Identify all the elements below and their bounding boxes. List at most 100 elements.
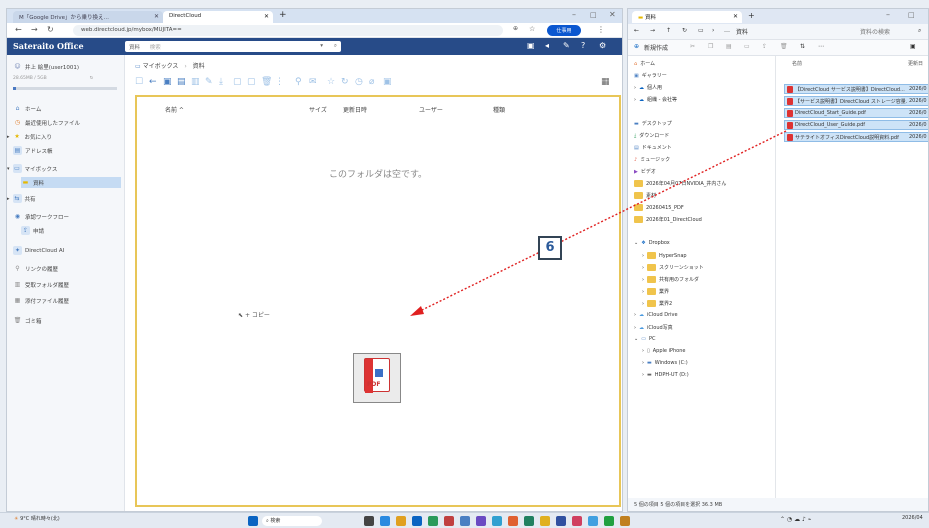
copy-icon[interactable]: ▢ <box>233 77 243 89</box>
chevron-right-icon[interactable]: › <box>642 277 644 283</box>
sidebar-item-workflow[interactable]: ◉ 承認ワークフロー <box>13 211 69 222</box>
nav-item-drive-d[interactable]: › ▬ HDPH-UT (D:) <box>642 372 689 378</box>
url-input[interactable]: web.directcloud.jp/mybox/MUJITA== <box>73 25 503 36</box>
chevron-right-icon[interactable]: › <box>642 348 644 354</box>
nav-item-gyokai[interactable]: › 業界 <box>642 288 669 295</box>
forward-icon[interactable]: → <box>31 25 38 34</box>
chevron-right-icon[interactable]: › <box>712 27 714 34</box>
sidebar-item-shiryo[interactable]: ▬ 資料 <box>21 177 121 188</box>
chevron-right-icon[interactable]: ▸ <box>7 134 10 140</box>
column-header-user[interactable]: ユーザー <box>419 105 443 114</box>
move-icon[interactable]: ▢ <box>247 77 257 89</box>
settings-icon[interactable]: ⚙ <box>599 41 606 50</box>
chevron-down-icon[interactable]: ▾ <box>320 43 323 49</box>
reload-icon[interactable]: ↻ <box>47 25 54 34</box>
edit-icon[interactable]: ✎ <box>205 77 215 89</box>
copy-icon[interactable]: ❐ <box>708 43 713 50</box>
new-folder-icon[interactable]: ▤ <box>177 77 187 89</box>
app-icon[interactable] <box>492 516 502 526</box>
minimize-icon[interactable]: – <box>572 10 576 19</box>
explorer-search-input[interactable]: 資料の検索 <box>860 27 890 36</box>
search-icon[interactable]: ⌕ <box>918 27 921 35</box>
chevron-right-icon[interactable]: › <box>634 97 636 103</box>
more-icon[interactable]: ⋮ <box>275 77 285 89</box>
column-header-date[interactable]: 更新日 <box>908 60 923 67</box>
nav-item-personal[interactable]: › ☁ 個人用 <box>634 84 662 92</box>
sidebar-item-addressbook[interactable]: ▤ アドレス帳 <box>13 145 53 156</box>
upload-icon[interactable]: ▣ <box>163 77 173 89</box>
forward-icon[interactable]: → <box>650 27 655 34</box>
file-list-dropzone[interactable]: 名前 ^ サイズ 更新日時 ユーザー 種類 このフォルダは空です。 PDF <box>135 95 621 507</box>
notification-icon[interactable]: ◂ <box>545 41 549 50</box>
nav-item-home[interactable]: ⌂ ホーム <box>634 60 655 68</box>
file-row[interactable]: DirectCloud_User_Guide.pdf 2026/0 <box>784 120 928 130</box>
back-icon[interactable]: ← <box>15 25 22 34</box>
new-button[interactable]: 新規作成 <box>644 43 668 52</box>
taskbar-clock[interactable]: 2026/04 <box>902 515 923 521</box>
nav-item-organization[interactable]: › ☁ 組織 - 会社等 <box>634 96 677 104</box>
nav-item-folder-sozai[interactable]: 素材 <box>634 192 656 199</box>
minimize-icon[interactable]: – <box>886 10 890 19</box>
history-icon[interactable]: ◷ <box>355 77 365 89</box>
cut-icon[interactable]: ✂ <box>690 43 695 50</box>
column-header-name[interactable]: 名前 <box>792 60 802 67</box>
reload-icon[interactable]: ↻ <box>682 27 687 34</box>
sidebar-item-trash[interactable]: 🗑 ゴミ箱 <box>13 315 42 326</box>
maximize-icon[interactable]: □ <box>908 11 915 19</box>
lock-icon[interactable]: ▣ <box>383 77 393 89</box>
nav-item-folder-pdf[interactable]: 20260415_PDF <box>634 204 684 211</box>
chevron-right-icon[interactable]: › <box>642 265 644 271</box>
column-header-modified[interactable]: 更新日時 <box>343 105 367 114</box>
browser-tab-directcloud[interactable]: DirectCloud ✕ <box>163 11 273 23</box>
sidebar-item-recent[interactable]: ◷ 最近使用したファイル <box>13 117 80 128</box>
taskview-icon[interactable] <box>364 516 374 526</box>
link-icon[interactable]: ⚲ <box>295 77 305 89</box>
breadcrumb-current[interactable]: 資料 <box>193 63 205 70</box>
paste-icon[interactable]: ▤ <box>726 43 732 50</box>
sidebar-item-ai[interactable]: ✦ DirectCloud AI <box>13 245 64 256</box>
explorer-tab[interactable]: ▬ 資料 ✕ <box>632 11 742 23</box>
pin-icon[interactable]: ✎ <box>563 41 570 50</box>
nav-item-shared-folder[interactable]: › 共有用のフォルダ <box>642 276 699 283</box>
chevron-right-icon[interactable]: › <box>634 325 636 331</box>
weather-widget[interactable]: ☀ 9°C 晴れ時々(北) <box>14 515 60 522</box>
sidebar-item-shared[interactable]: ▸ ⇆ 共有 <box>7 193 36 204</box>
search-input[interactable]: 資料 検索 ▾ ⌕ <box>125 41 341 52</box>
chevron-right-icon[interactable]: › <box>642 253 644 259</box>
app-icon[interactable] <box>620 516 630 526</box>
bookmark-star-icon[interactable]: ☆ <box>529 25 535 33</box>
file-row[interactable]: 【DirectCloud サービス説明書】DirectCloud... 2026/… <box>784 84 928 94</box>
more-icon[interactable]: ⋯ <box>818 43 824 50</box>
download-icon[interactable]: ⤓ <box>219 77 229 89</box>
explorer-icon[interactable] <box>540 516 550 526</box>
nav-item-folder-directcloud[interactable]: 2026年01_DirectCloud <box>634 216 702 223</box>
new-tab-icon[interactable]: + <box>279 10 287 20</box>
mail-icon[interactable]: ✉ <box>309 77 319 89</box>
sidebar-item-request[interactable]: ⇪ 申請 <box>21 225 44 236</box>
sidebar-item-link-history[interactable]: ⚲ リンクの履歴 <box>13 263 58 274</box>
word-icon[interactable] <box>460 516 470 526</box>
menu-dots-icon[interactable]: ⋮ <box>597 25 605 34</box>
close-icon[interactable]: ✕ <box>154 13 159 20</box>
breadcrumb-root[interactable]: マイボックス <box>143 63 179 70</box>
teams-icon[interactable] <box>476 516 486 526</box>
column-header-type[interactable]: 種類 <box>493 105 505 114</box>
chevron-down-icon[interactable]: ▾ <box>7 166 10 172</box>
powerpoint-icon[interactable] <box>444 516 454 526</box>
rename-icon[interactable]: ▭ <box>744 43 750 50</box>
share-icon[interactable]: ⇪ <box>762 43 767 50</box>
tag-icon[interactable]: ⌀ <box>369 77 379 89</box>
sync-icon[interactable]: ↻ <box>341 77 351 89</box>
column-header-name[interactable]: 名前 ^ <box>165 105 184 114</box>
sidebar-item-home[interactable]: ⌂ ホーム <box>13 103 42 114</box>
nav-item-drive-c[interactable]: › ▬ Windows (C:) <box>642 360 688 366</box>
new-plus-icon[interactable]: ⊕ <box>634 43 639 50</box>
sidebar-item-favorites[interactable]: ▸ ★ お気に入り <box>7 131 52 142</box>
nav-item-folder-nvidia[interactable]: 2026年04月07日NVIDIA_井内さん <box>634 180 726 187</box>
app-icon[interactable] <box>508 516 518 526</box>
search-scope[interactable]: 資料 <box>129 45 140 51</box>
chevron-down-icon[interactable]: ⌄ <box>634 240 638 246</box>
file-row[interactable]: サテライトオフィスDirectCloud説明資料.pdf 2026/0 <box>784 132 928 142</box>
edge-icon[interactable] <box>380 516 390 526</box>
nav-item-pc[interactable]: ⌄ ▭ PC <box>634 336 655 342</box>
